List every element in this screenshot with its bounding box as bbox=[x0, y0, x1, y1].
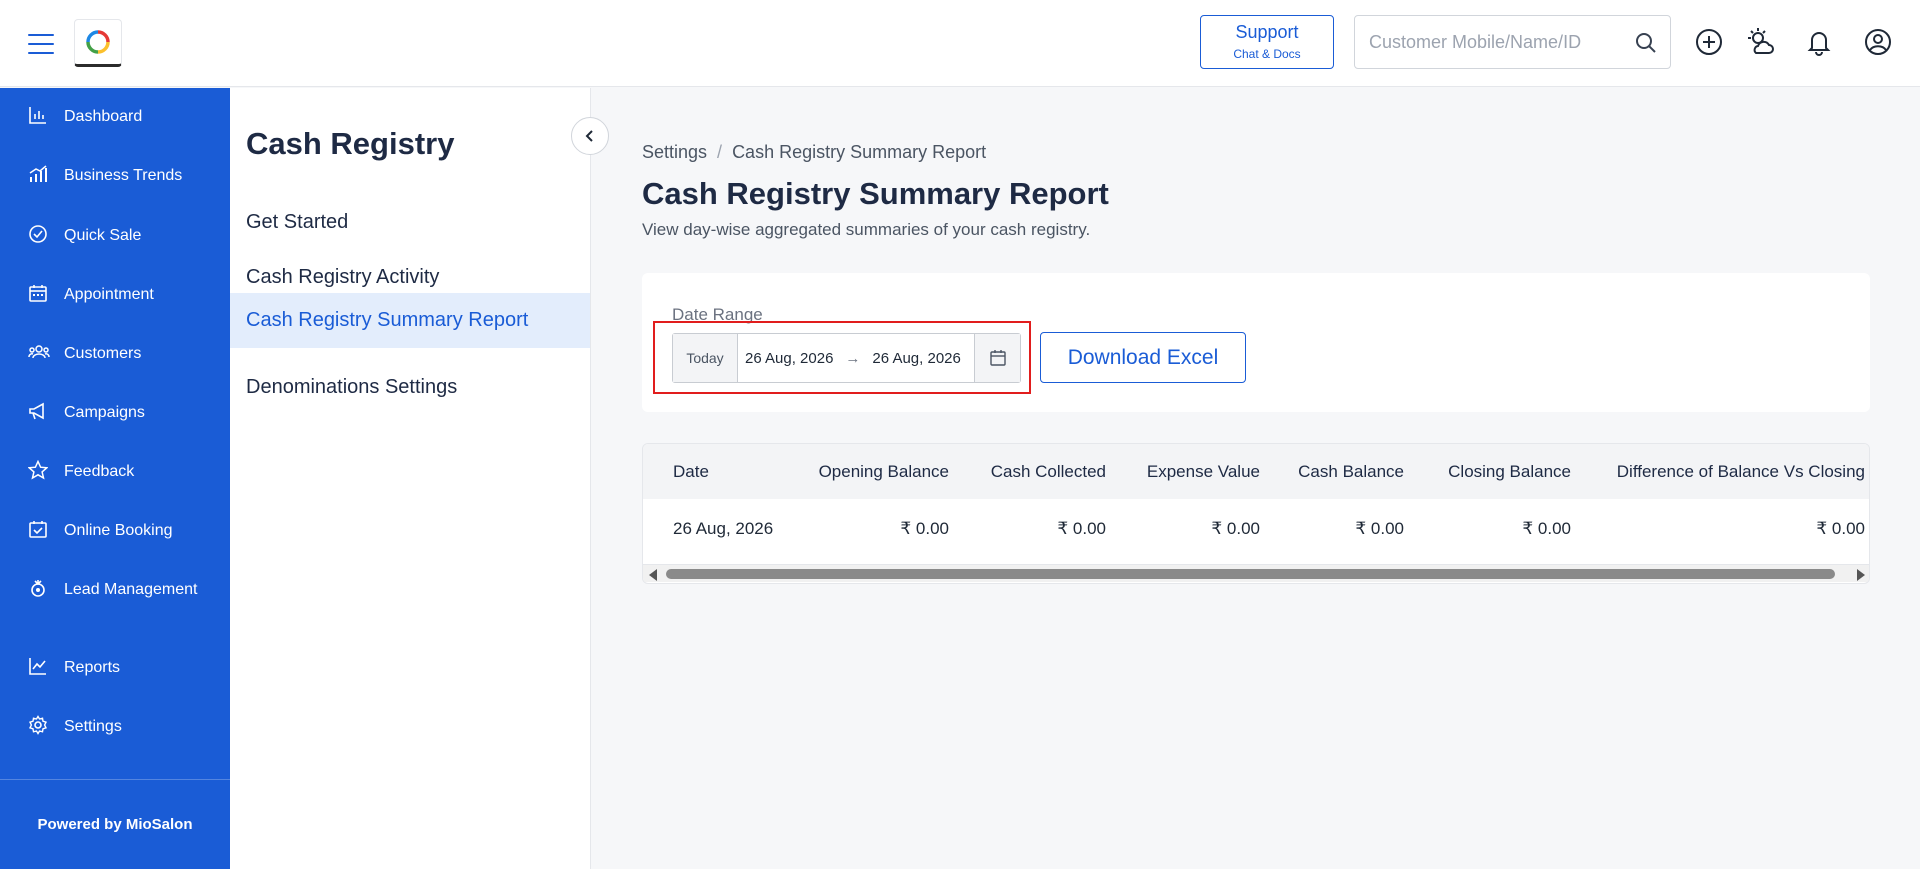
users-icon bbox=[28, 342, 50, 364]
subnav-item-get-started[interactable]: Get Started bbox=[230, 195, 590, 250]
breadcrumb: Settings / Cash Registry Summary Report bbox=[642, 142, 986, 163]
collapse-subnav-button[interactable] bbox=[571, 117, 609, 155]
sidebar-item-appointment[interactable]: Appointment bbox=[0, 283, 230, 331]
menu-icon[interactable] bbox=[28, 34, 54, 56]
horizontal-scrollbar[interactable] bbox=[643, 564, 1869, 582]
date-range-values[interactable]: 26 Aug, 2026 → 26 Aug, 2026 bbox=[738, 334, 974, 382]
customer-search-input[interactable] bbox=[1369, 16, 1619, 68]
bar-chart-icon bbox=[28, 105, 50, 127]
sidebar-item-campaigns[interactable]: Campaigns bbox=[0, 401, 230, 449]
sidebar-item-label: Feedback bbox=[64, 463, 135, 480]
page-title: Cash Registry Summary Report bbox=[642, 176, 1109, 211]
bell-icon[interactable] bbox=[1804, 27, 1834, 57]
start-date[interactable]: 26 Aug, 2026 bbox=[745, 350, 833, 367]
sidebar-item-feedback[interactable]: Feedback bbox=[0, 459, 230, 508]
top-bar: Support Chat & Docs bbox=[0, 0, 1920, 87]
cell-cash-balance: ₹ 0.00 bbox=[1355, 519, 1404, 538]
filter-card: Date Range Today 26 Aug, 2026 → 26 Aug, … bbox=[642, 273, 1870, 412]
subnav-item-label: Get Started bbox=[246, 211, 349, 233]
table-header: Date Opening Balance Cash Collected Expe… bbox=[643, 444, 1869, 499]
end-date[interactable]: 26 Aug, 2026 bbox=[872, 350, 960, 367]
sidebar-item-reports[interactable]: Reports bbox=[0, 656, 230, 704]
sidebar-item-business-trends[interactable]: Business Trends bbox=[0, 164, 230, 212]
today-button[interactable]: Today bbox=[673, 334, 738, 382]
sidebar-item-dashboard[interactable]: Dashboard bbox=[0, 105, 230, 153]
cell-expense-value: ₹ 0.00 bbox=[1211, 519, 1260, 538]
line-chart-icon bbox=[28, 656, 50, 678]
sidebar-item-label: Reports bbox=[64, 659, 121, 676]
scroll-left-arrow-icon[interactable] bbox=[649, 569, 657, 581]
scroll-right-arrow-icon[interactable] bbox=[1857, 569, 1865, 581]
sidebar-footer: Powered by MioSalon bbox=[0, 779, 230, 869]
sidebar-item-settings[interactable]: Settings bbox=[0, 715, 230, 763]
calendar-check-icon bbox=[28, 519, 50, 541]
star-icon bbox=[27, 459, 50, 482]
cell-closing-balance: ₹ 0.00 bbox=[1522, 519, 1571, 538]
column-header-expense-value: Expense Value bbox=[1146, 461, 1260, 481]
logo-ring-icon bbox=[86, 30, 110, 54]
breadcrumb-separator: / bbox=[717, 142, 723, 162]
column-header-closing-balance: Closing Balance bbox=[1448, 461, 1571, 481]
user-circle-icon[interactable] bbox=[1863, 27, 1893, 57]
sidebar-item-online-booking[interactable]: Online Booking bbox=[0, 519, 230, 567]
subnav-item-denominations-settings[interactable]: Denominations Settings bbox=[230, 360, 590, 415]
subnav-item-cash-registry-summary-report[interactable]: Cash Registry Summary Report bbox=[230, 293, 590, 348]
search-icon[interactable] bbox=[1634, 31, 1658, 60]
support-button[interactable]: Support Chat & Docs bbox=[1200, 15, 1334, 69]
calendar-icon bbox=[989, 350, 1006, 366]
sidebar: Dashboard Business Trends Quick Sale App… bbox=[0, 88, 230, 869]
cell-cash-collected: ₹ 0.00 bbox=[1057, 519, 1106, 538]
trend-chart-icon bbox=[28, 164, 50, 186]
breadcrumb-settings-link[interactable]: Settings bbox=[642, 142, 707, 162]
subnav-item-label: Denominations Settings bbox=[246, 376, 458, 398]
subnav-item-label: Cash Registry Activity bbox=[246, 266, 440, 288]
cell-opening-balance: ₹ 0.00 bbox=[900, 519, 949, 538]
range-arrow-icon: → bbox=[845, 349, 861, 367]
sidebar-item-label: Settings bbox=[64, 718, 122, 735]
table-row: 26 Aug, 2026 ₹ 0.00 ₹ 0.00 ₹ 0.00 ₹ 0.00… bbox=[643, 499, 1869, 559]
column-header-difference: Difference of Balance Vs Closing bbox=[1616, 461, 1865, 481]
sidebar-item-label: Appointment bbox=[64, 286, 154, 303]
calendar-button[interactable] bbox=[974, 334, 1020, 382]
subnav-item-label: Cash Registry Summary Report bbox=[246, 309, 529, 331]
summary-table: Date Opening Balance Cash Collected Expe… bbox=[642, 443, 1870, 584]
megaphone-icon bbox=[28, 401, 50, 423]
chevron-left-icon bbox=[585, 130, 593, 142]
sidebar-item-label: Lead Management bbox=[64, 581, 198, 598]
scrollbar-thumb[interactable] bbox=[666, 569, 1835, 579]
sidebar-item-customers[interactable]: Customers bbox=[0, 342, 230, 390]
check-circle-icon bbox=[28, 224, 50, 246]
cell-difference: ₹ 0.00 bbox=[1816, 519, 1865, 538]
calendar-icon bbox=[28, 283, 50, 305]
gear-icon bbox=[28, 715, 50, 737]
sidebar-item-label: Business Trends bbox=[64, 167, 183, 184]
sidebar-item-label: Dashboard bbox=[64, 108, 143, 125]
date-range-picker[interactable]: Today 26 Aug, 2026 → 26 Aug, 2026 bbox=[672, 333, 1021, 383]
cash-registry-subnav: Cash Registry Get Started Cash Registry … bbox=[230, 88, 591, 869]
sidebar-item-label: Quick Sale bbox=[64, 227, 142, 244]
column-header-cash-balance: Cash Balance bbox=[1298, 461, 1404, 481]
breadcrumb-current: Cash Registry Summary Report bbox=[732, 142, 987, 162]
sun-cloud-icon[interactable] bbox=[1746, 27, 1776, 57]
column-header-cash-collected: Cash Collected bbox=[990, 461, 1106, 481]
download-excel-button[interactable]: Download Excel bbox=[1040, 332, 1246, 383]
plus-circle-icon[interactable] bbox=[1694, 27, 1724, 57]
column-header-opening-balance: Opening Balance bbox=[818, 461, 949, 481]
support-sublabel: Chat & Docs bbox=[1233, 47, 1301, 61]
sidebar-item-label: Online Booking bbox=[64, 522, 173, 539]
column-header-date: Date bbox=[673, 461, 709, 481]
sidebar-item-lead-management[interactable]: Lead Management bbox=[0, 578, 230, 640]
logo[interactable] bbox=[74, 19, 122, 67]
support-label: Support bbox=[1235, 22, 1299, 42]
page-subtitle: View day-wise aggregated summaries of yo… bbox=[642, 220, 1091, 239]
subnav-title: Cash Registry bbox=[246, 126, 455, 161]
cell-date: 26 Aug, 2026 bbox=[673, 519, 774, 538]
powered-by-text: Powered by MioSalon bbox=[37, 816, 193, 833]
sidebar-item-label: Customers bbox=[64, 345, 142, 362]
customer-search bbox=[1354, 15, 1671, 69]
sidebar-item-quick-sale[interactable]: Quick Sale bbox=[0, 224, 230, 272]
sidebar-item-label: Campaigns bbox=[64, 404, 145, 421]
lead-icon bbox=[28, 578, 50, 600]
